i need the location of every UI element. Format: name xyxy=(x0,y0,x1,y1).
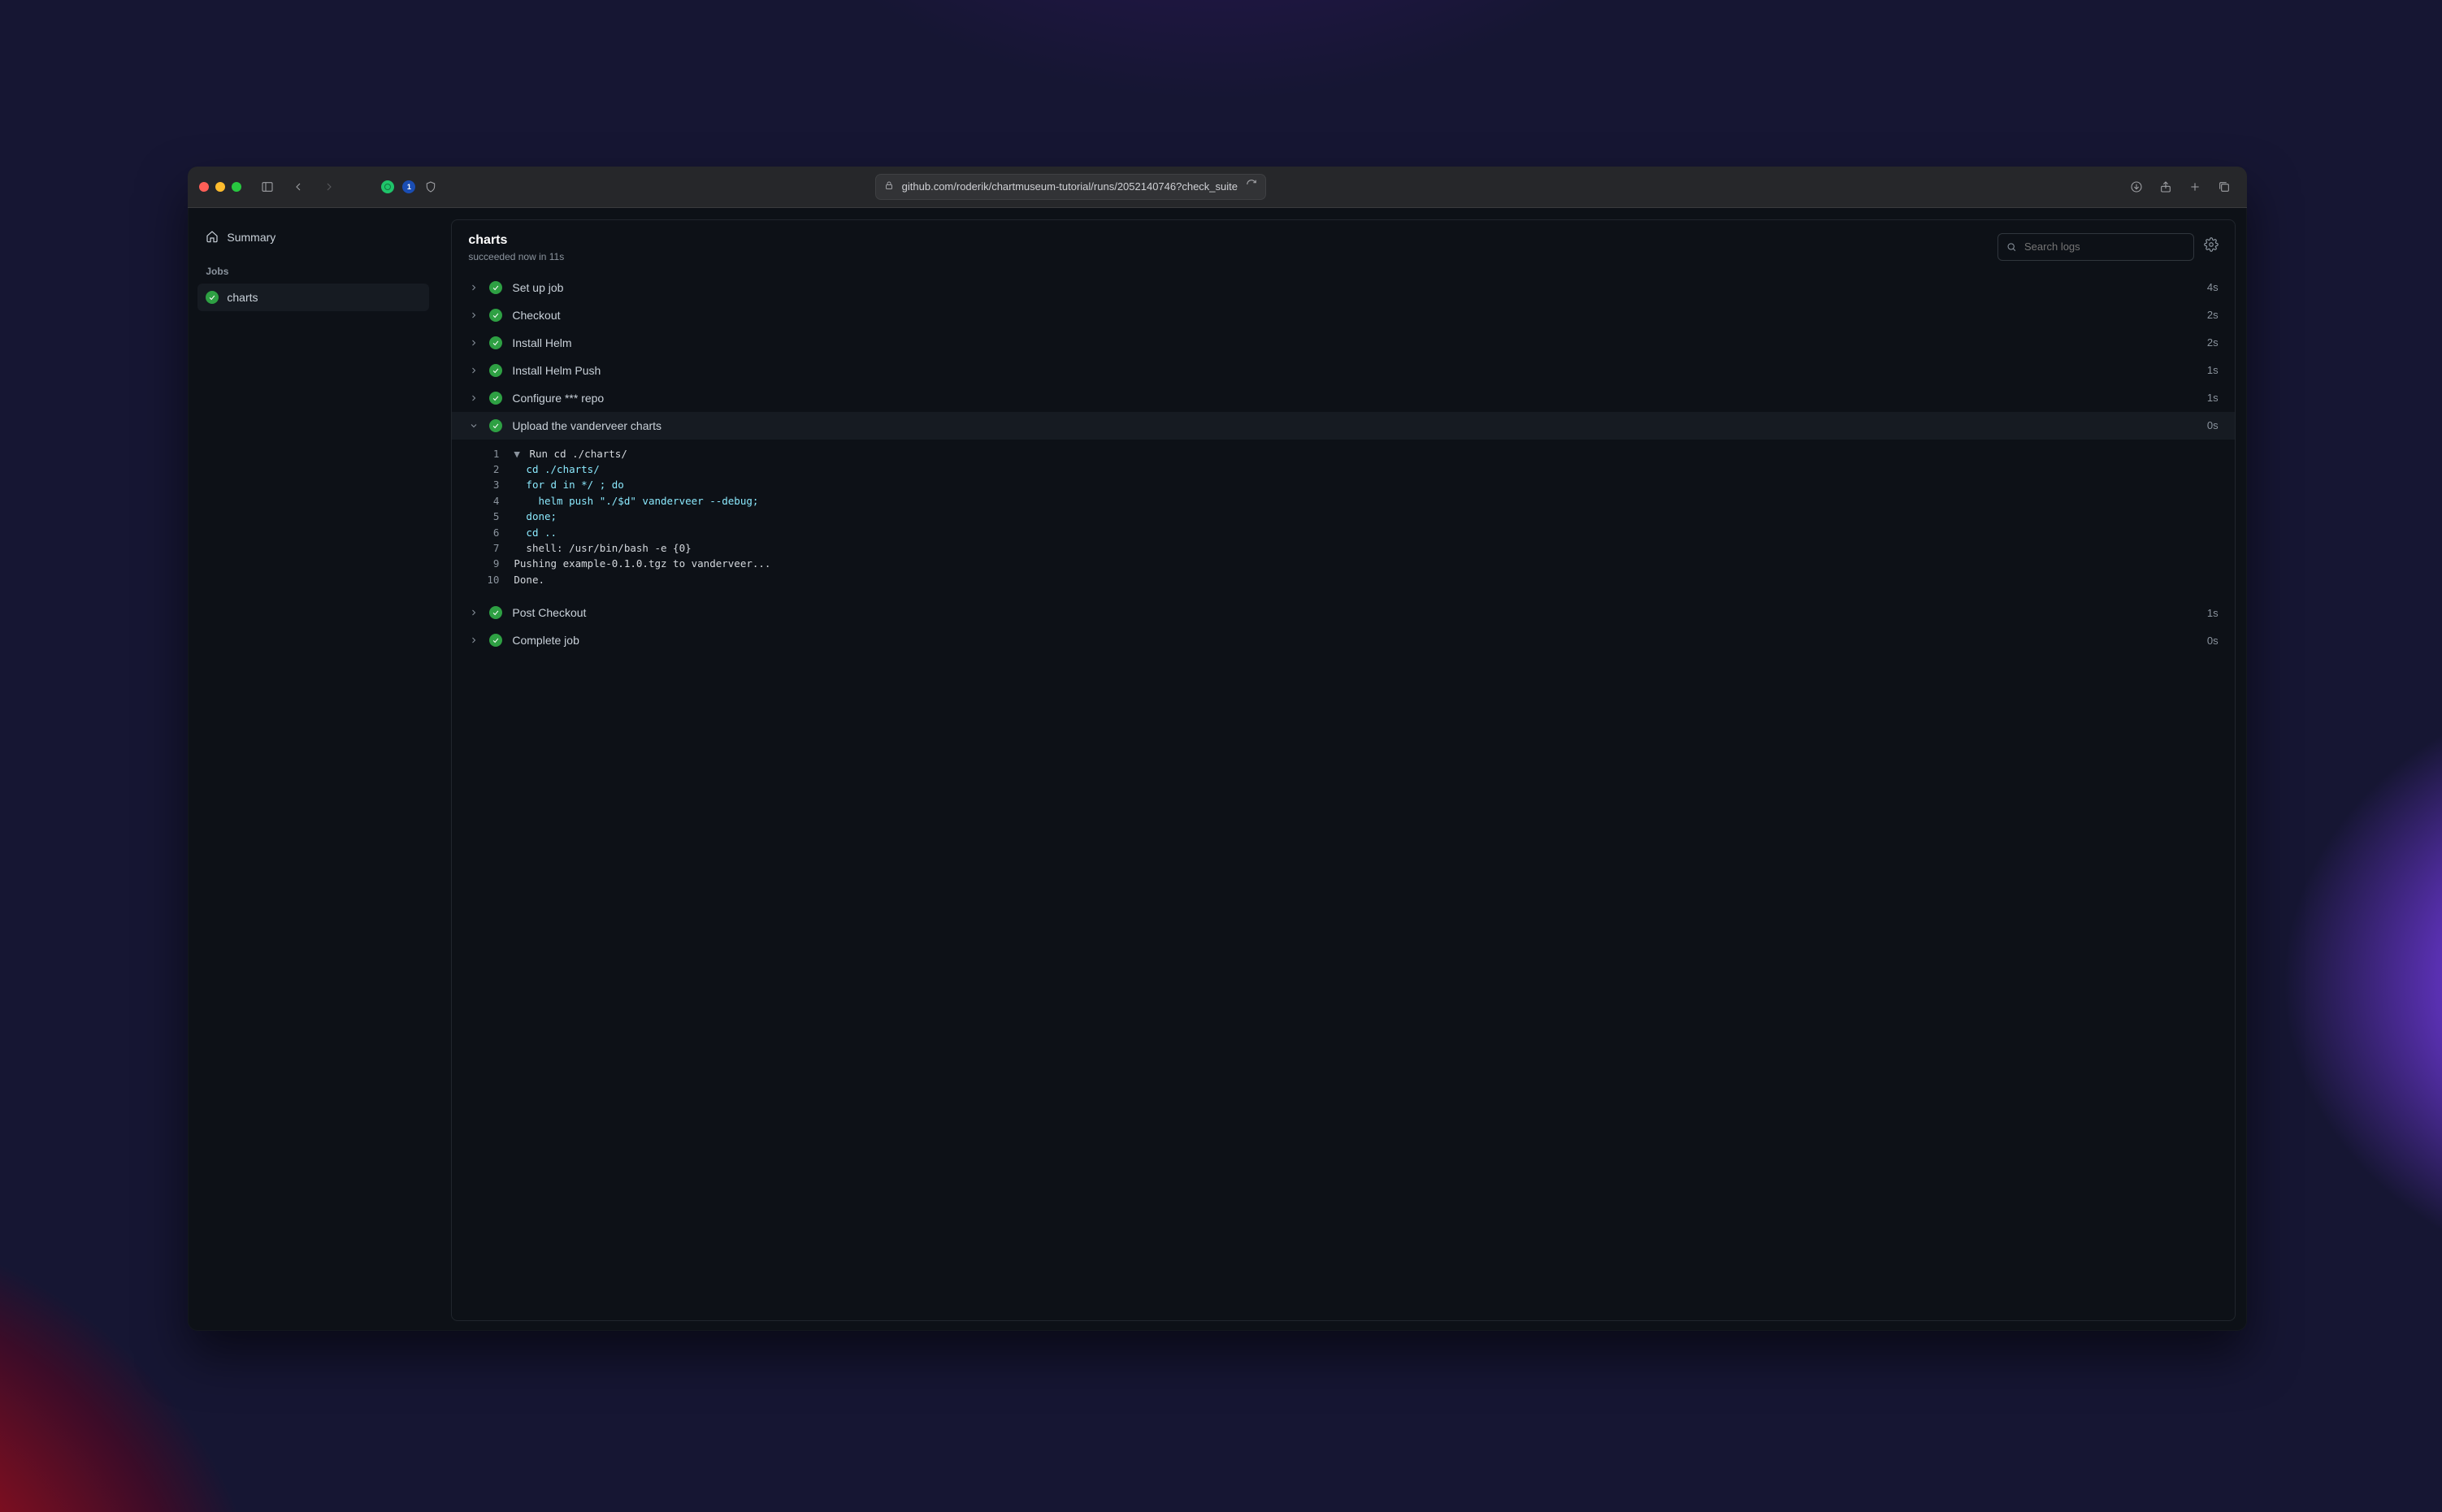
job-panel-wrap: charts succeeded now in 11s xyxy=(440,208,2246,1331)
success-check-icon xyxy=(489,336,502,349)
step-row[interactable]: Configure *** repo 1s xyxy=(452,384,2234,412)
log-line: 6 cd .. xyxy=(468,525,2218,540)
forward-button[interactable] xyxy=(318,175,340,198)
sidebar-jobs-heading: Jobs xyxy=(197,253,429,284)
job-title: charts xyxy=(468,233,564,248)
step-row[interactable]: Post Checkout 1s xyxy=(452,599,2234,626)
privacy-report-icon[interactable] xyxy=(423,175,438,198)
browser-titlebar: 1 github.com/roderik/chartmuseum-tutoria… xyxy=(188,167,2246,208)
step-name: Upload the vanderveer charts xyxy=(512,419,2197,432)
lock-icon xyxy=(884,180,894,194)
extension-icons: 1 xyxy=(381,175,438,198)
zoom-window-button[interactable] xyxy=(232,182,241,192)
step-duration: 0s xyxy=(2207,635,2219,647)
chevron-down-icon xyxy=(468,420,479,431)
back-button[interactable] xyxy=(287,175,310,198)
success-check-icon xyxy=(489,281,502,294)
log-line: 4 helm push "./$d" vanderveer --debug; xyxy=(468,493,2218,509)
search-icon xyxy=(2006,241,2016,253)
success-check-icon xyxy=(489,364,502,377)
step-row[interactable]: Upload the vanderveer charts 0s xyxy=(452,412,2234,440)
step-name: Configure *** repo xyxy=(512,392,2197,405)
step-list: Set up job4sCheckout2sInstall Helm2sInst… xyxy=(452,271,2234,1320)
success-check-icon xyxy=(489,606,502,619)
minimize-window-button[interactable] xyxy=(215,182,225,192)
chevron-right-icon xyxy=(468,310,479,321)
grammarly-extension-icon[interactable] xyxy=(381,180,394,193)
share-button[interactable] xyxy=(2154,175,2177,198)
chevron-right-icon xyxy=(468,392,479,404)
sidebar-job-label: charts xyxy=(227,291,258,304)
browser-window: 1 github.com/roderik/chartmuseum-tutoria… xyxy=(188,167,2246,1331)
log-search-input[interactable] xyxy=(2023,240,2185,253)
step-duration: 1s xyxy=(2207,364,2219,376)
step-name: Complete job xyxy=(512,634,2197,647)
step-name: Post Checkout xyxy=(512,606,2197,619)
job-header: charts succeeded now in 11s xyxy=(452,220,2234,271)
step-row[interactable]: Set up job 4s xyxy=(452,274,2234,301)
log-line: 9Pushing example-0.1.0.tgz to vanderveer… xyxy=(468,556,2218,571)
new-tab-button[interactable] xyxy=(2184,175,2206,198)
tab-overview-button[interactable] xyxy=(2213,175,2236,198)
success-check-icon xyxy=(489,419,502,432)
step-name: Checkout xyxy=(512,309,2197,322)
log-line: 1▼ Run cd ./charts/ xyxy=(468,446,2218,461)
success-check-icon xyxy=(489,309,502,322)
log-line: 2 cd ./charts/ xyxy=(468,461,2218,477)
window-controls xyxy=(199,182,241,192)
step-duration: 1s xyxy=(2207,607,2219,619)
log-line: 7 shell: /usr/bin/bash -e {0} xyxy=(468,540,2218,556)
sidebar-toggle-button[interactable] xyxy=(256,175,279,198)
onepassword-extension-icon[interactable]: 1 xyxy=(402,180,415,193)
step-row[interactable]: Install Helm Push 1s xyxy=(452,357,2234,384)
chevron-right-icon xyxy=(468,607,479,618)
chevron-right-icon xyxy=(468,635,479,646)
page-content: Summary Jobs charts charts succeeded now… xyxy=(188,208,2246,1331)
step-duration: 0s xyxy=(2207,419,2219,431)
downloads-button[interactable] xyxy=(2125,175,2148,198)
url-text: github.com/roderik/chartmuseum-tutorial/… xyxy=(902,180,1238,193)
log-search[interactable] xyxy=(1997,233,2194,261)
settings-gear-button[interactable] xyxy=(2204,237,2219,256)
sidebar-summary-label: Summary xyxy=(227,231,275,244)
actions-sidebar: Summary Jobs charts xyxy=(188,208,440,1331)
step-duration: 2s xyxy=(2207,309,2219,321)
step-name: Install Helm xyxy=(512,336,2197,349)
log-line: 5 done; xyxy=(468,509,2218,524)
step-duration: 2s xyxy=(2207,336,2219,349)
step-row[interactable]: Checkout 2s xyxy=(452,301,2234,329)
success-check-icon xyxy=(489,634,502,647)
step-log: 1▼ Run cd ./charts/2 cd ./charts/3 for d… xyxy=(452,440,2234,599)
step-name: Set up job xyxy=(512,281,2197,294)
close-window-button[interactable] xyxy=(199,182,209,192)
step-row[interactable]: Install Helm 2s xyxy=(452,329,2234,357)
sidebar-job-item[interactable]: charts xyxy=(197,284,429,311)
job-panel: charts succeeded now in 11s xyxy=(451,219,2235,1321)
home-icon xyxy=(206,230,219,245)
success-check-icon xyxy=(206,291,219,304)
reload-icon[interactable] xyxy=(1246,179,1257,194)
step-row[interactable]: Complete job 0s xyxy=(452,626,2234,654)
step-duration: 1s xyxy=(2207,392,2219,404)
sidebar-summary[interactable]: Summary xyxy=(197,223,429,253)
step-name: Install Helm Push xyxy=(512,364,2197,377)
chevron-right-icon xyxy=(468,337,479,349)
log-line: 3 for d in */ ; do xyxy=(468,477,2218,492)
log-line: 10Done. xyxy=(468,572,2218,587)
job-subtitle: succeeded now in 11s xyxy=(468,251,564,262)
address-bar[interactable]: github.com/roderik/chartmuseum-tutorial/… xyxy=(875,174,1266,200)
chevron-right-icon xyxy=(468,282,479,293)
chevron-right-icon xyxy=(468,365,479,376)
step-duration: 4s xyxy=(2207,281,2219,293)
success-check-icon xyxy=(489,392,502,405)
